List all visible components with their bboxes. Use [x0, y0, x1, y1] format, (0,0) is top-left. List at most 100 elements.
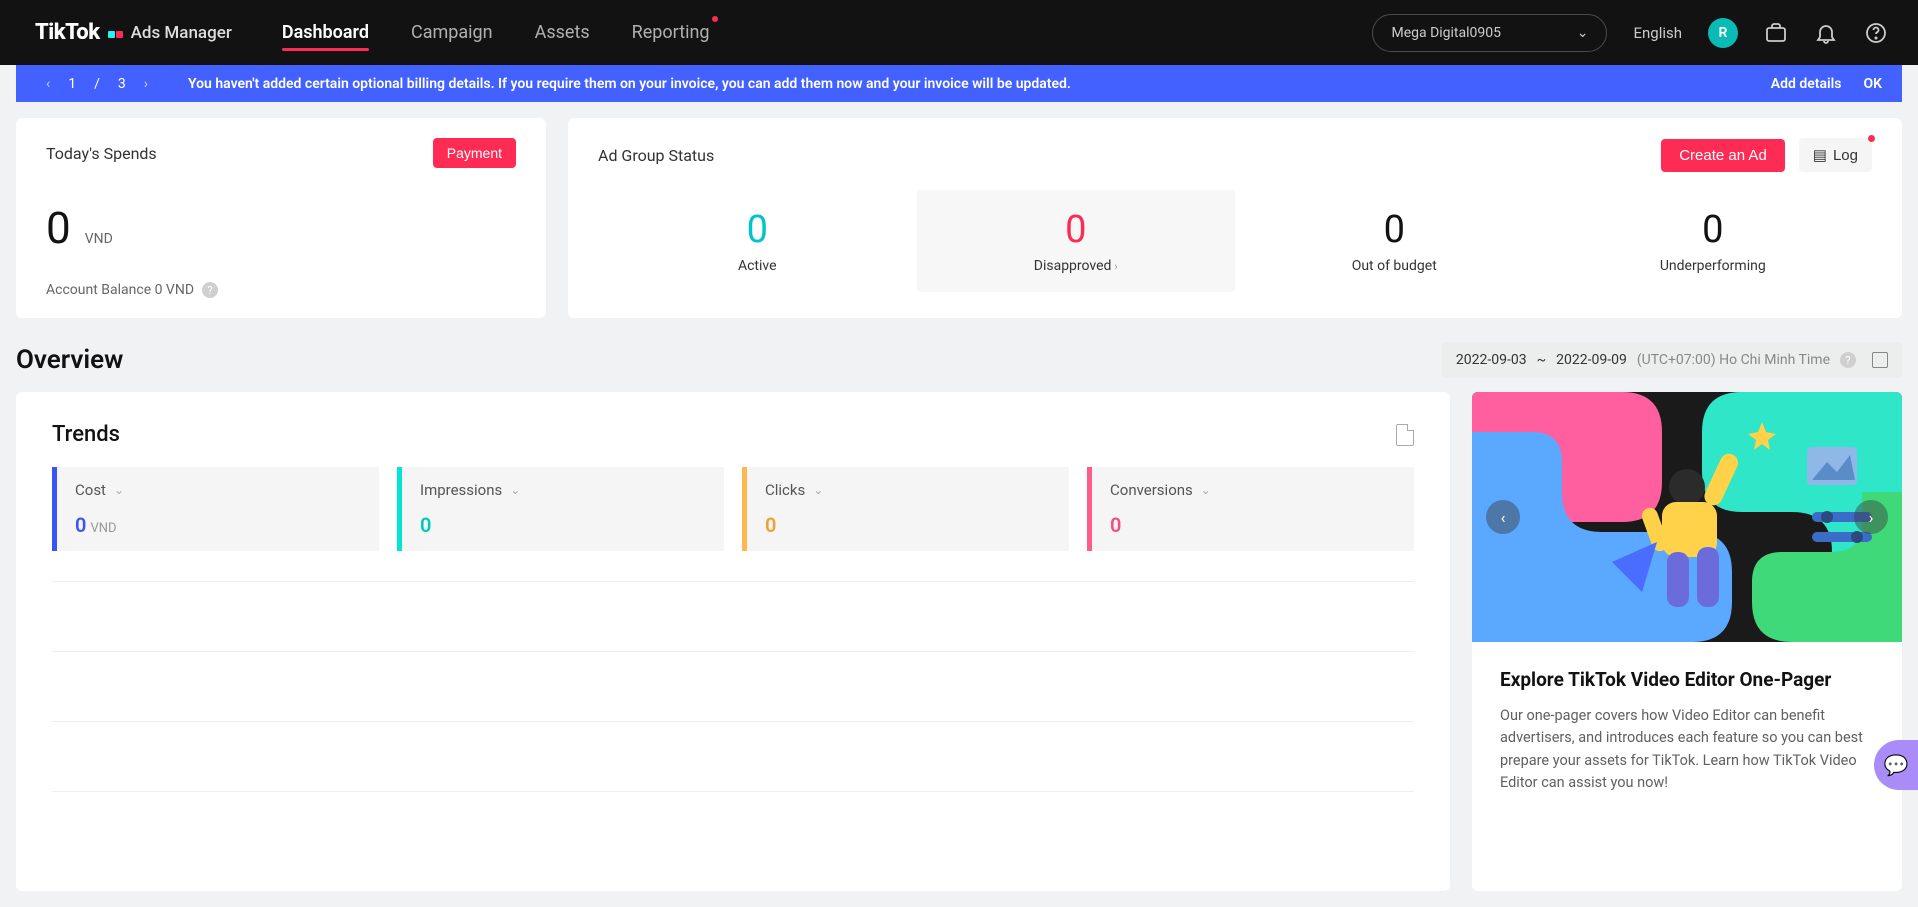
- status-value: 0: [1235, 208, 1554, 252]
- log-button[interactable]: ▤ Log: [1799, 138, 1872, 172]
- language-selector[interactable]: English: [1633, 24, 1682, 42]
- banner-prev-icon[interactable]: ‹: [46, 76, 50, 92]
- notification-banner: ‹ 1 / 3 › You haven't added certain opti…: [16, 65, 1902, 102]
- metric-label: Clicks: [765, 481, 805, 499]
- chart-gridline: [52, 791, 1414, 861]
- avatar[interactable]: R: [1708, 18, 1738, 48]
- help-tooltip-icon[interactable]: ?: [202, 282, 218, 298]
- spend-currency: VND: [85, 231, 113, 247]
- promo-next-button[interactable]: ›: [1854, 500, 1888, 534]
- nav-campaign[interactable]: Campaign: [411, 2, 493, 63]
- status-title: Ad Group Status: [598, 146, 714, 165]
- chat-fab-button[interactable]: 💬: [1874, 740, 1918, 790]
- banner-page-total: 3: [118, 76, 126, 92]
- metric-value: 0: [1110, 513, 1121, 537]
- status-active[interactable]: 0 Active: [598, 190, 917, 292]
- metric-conversions[interactable]: Conversions ⌄ 0: [1087, 467, 1414, 551]
- log-icon: ▤: [1813, 146, 1827, 164]
- logo-subtitle: Ads Manager: [131, 23, 232, 43]
- lower-row: Trends Cost⌄ 0VND Impressions⌄ 0 Clicks⌄…: [0, 392, 1918, 907]
- chart-gridline: [52, 651, 1414, 721]
- logo[interactable]: TikTok Ads Manager: [35, 20, 232, 45]
- nav-right: Mega Digital0905 ⌄ English R: [1372, 14, 1888, 52]
- metric-cost[interactable]: Cost ⌄ 0 VND: [52, 467, 379, 551]
- promo-title: Explore TikTok Video Editor One-Pager: [1500, 668, 1874, 691]
- banner-ok-button[interactable]: OK: [1863, 76, 1882, 92]
- logo-colon-icon: [108, 23, 123, 42]
- chevron-down-icon: ⌄: [510, 483, 520, 497]
- create-ad-button[interactable]: Create an Ad: [1661, 139, 1785, 172]
- chevron-down-icon: ⌄: [1577, 25, 1589, 41]
- promo-card: ‹ › Explore TikTok Video Editor One-Page…: [1472, 392, 1902, 891]
- status-disapproved[interactable]: 0 Disapproved›: [917, 190, 1236, 292]
- date-to: 2022-09-09: [1556, 352, 1627, 368]
- overview-title: Overview: [16, 345, 123, 375]
- banner-page-sep: /: [94, 76, 100, 92]
- status-underperforming[interactable]: 0 Underperforming: [1554, 190, 1873, 292]
- status-value: 0: [1554, 208, 1873, 252]
- summary-row: Today's Spends Payment 0 VND Account Bal…: [0, 102, 1918, 334]
- status-value: 0: [917, 208, 1236, 252]
- metric-unit: VND: [90, 521, 116, 536]
- promo-prev-button[interactable]: ‹: [1486, 500, 1520, 534]
- status-label: Disapproved›: [917, 258, 1236, 274]
- status-value: 0: [598, 208, 917, 252]
- chevron-down-icon: ⌄: [813, 483, 823, 497]
- nav-dashboard[interactable]: Dashboard: [282, 2, 369, 63]
- notification-dot-icon: [712, 16, 718, 22]
- chevron-right-icon: ›: [1114, 260, 1117, 273]
- overview-header: Overview 2022-09-03 ~ 2022-09-09 (UTC+07…: [0, 334, 1918, 392]
- banner-pager: ‹ 1 / 3 ›: [46, 76, 148, 92]
- metric-label: Impressions: [420, 481, 502, 499]
- metric-label: Cost: [75, 481, 106, 499]
- date-from: 2022-09-03: [1456, 352, 1527, 368]
- help-icon[interactable]: [1864, 21, 1888, 45]
- promo-body: Our one-pager covers how Video Editor ca…: [1500, 705, 1874, 795]
- banner-page-current: 1: [68, 76, 76, 92]
- calendar-icon: [1872, 352, 1888, 368]
- bell-icon[interactable]: [1814, 21, 1838, 45]
- banner-add-details-link[interactable]: Add details: [1771, 76, 1842, 92]
- metric-value: 0: [765, 513, 776, 537]
- log-label: Log: [1833, 147, 1858, 164]
- timezone-label: (UTC+07:00) Ho Chi Minh Time: [1637, 352, 1830, 368]
- status-label: Underperforming: [1554, 258, 1873, 274]
- spend-value: 0: [46, 202, 71, 254]
- payment-button[interactable]: Payment: [433, 138, 516, 168]
- chevron-down-icon: ⌄: [1201, 483, 1211, 497]
- status-out-of-budget[interactable]: 0 Out of budget: [1235, 190, 1554, 292]
- nav-links: Dashboard Campaign Assets Reporting: [282, 2, 710, 63]
- metric-clicks[interactable]: Clicks ⌄ 0: [742, 467, 1069, 551]
- date-range-picker[interactable]: 2022-09-03 ~ 2022-09-09 (UTC+07:00) Ho C…: [1442, 342, 1902, 378]
- top-nav: TikTok Ads Manager Dashboard Campaign As…: [0, 0, 1918, 65]
- status-label: Out of budget: [1235, 258, 1554, 274]
- trends-card: Trends Cost⌄ 0VND Impressions⌄ 0 Clicks⌄…: [16, 392, 1450, 891]
- metric-value: 0: [420, 513, 431, 537]
- banner-next-icon[interactable]: ›: [144, 76, 148, 92]
- spend-title: Today's Spends: [46, 144, 157, 163]
- nav-reporting[interactable]: Reporting: [632, 2, 710, 63]
- metric-label: Conversions: [1110, 481, 1193, 499]
- briefcase-icon[interactable]: [1764, 21, 1788, 45]
- notification-dot-icon: [1868, 135, 1875, 142]
- todays-spend-card: Today's Spends Payment 0 VND Account Bal…: [16, 118, 546, 318]
- chevron-down-icon: ⌄: [114, 483, 124, 497]
- promo-image: ‹ ›: [1472, 392, 1902, 642]
- date-sep: ~: [1537, 352, 1547, 368]
- metric-impressions[interactable]: Impressions ⌄ 0: [397, 467, 724, 551]
- trends-chart: [52, 581, 1414, 651]
- nav-assets[interactable]: Assets: [535, 2, 590, 63]
- metric-row: Cost ⌄ 0 VND Impressions ⌄ 0 Clicks ⌄ 0 Conv…: [52, 467, 1414, 551]
- banner-message: You haven't added certain optional billi…: [188, 76, 1071, 92]
- export-document-icon[interactable]: [1396, 424, 1414, 446]
- chart-gridline: [52, 721, 1414, 791]
- chat-icon: 💬: [1884, 753, 1909, 777]
- metric-value: 0: [75, 513, 86, 537]
- account-name: Mega Digital0905: [1391, 25, 1501, 41]
- account-dropdown[interactable]: Mega Digital0905 ⌄: [1372, 14, 1607, 52]
- ad-group-status-card: Ad Group Status Create an Ad ▤ Log 0 Act…: [568, 118, 1902, 318]
- logo-brand: TikTok: [35, 20, 100, 45]
- account-balance: Account Balance 0 VND: [46, 282, 194, 298]
- status-label: Active: [598, 258, 917, 274]
- help-tooltip-icon[interactable]: ?: [1840, 352, 1856, 368]
